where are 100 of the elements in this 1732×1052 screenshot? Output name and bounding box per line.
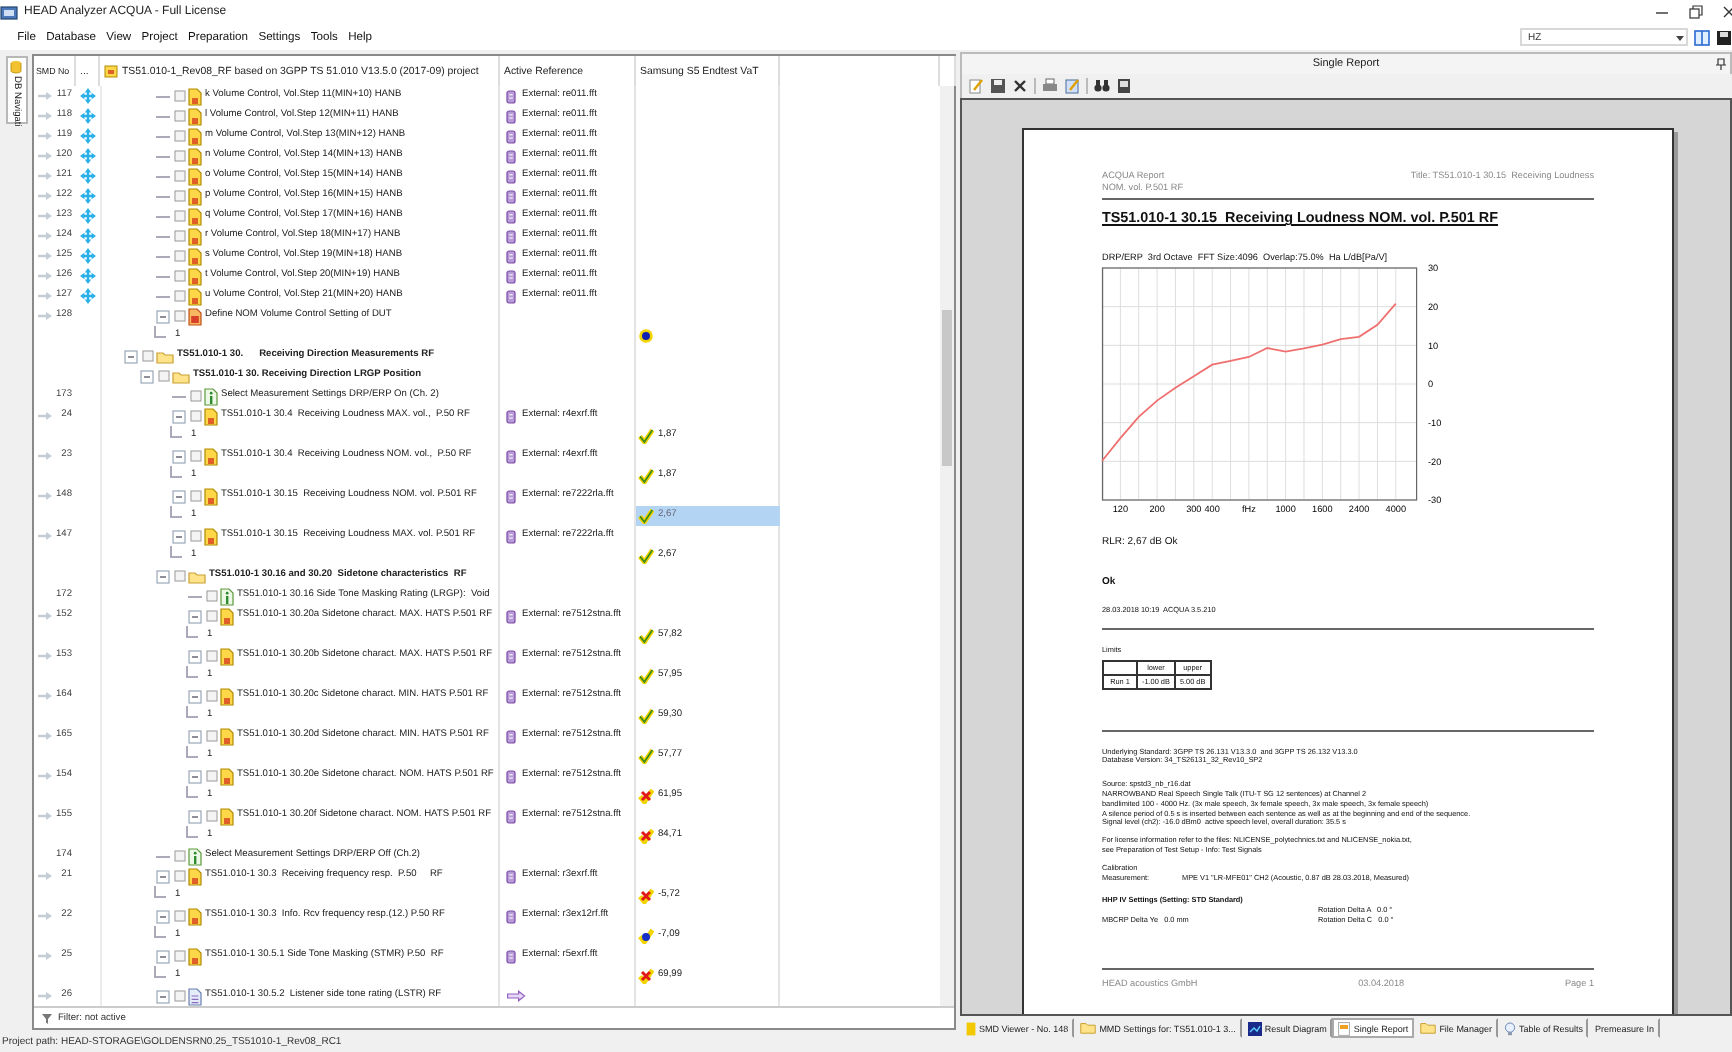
cross-icon [638, 888, 654, 905]
file-icon [506, 769, 516, 784]
check-icon [638, 468, 654, 485]
collapse-icon[interactable] [172, 489, 186, 504]
cross-icon [638, 968, 654, 985]
checkbox[interactable] [173, 250, 185, 263]
checkbox[interactable] [173, 170, 185, 183]
file-icon [506, 109, 516, 124]
collapse-icon[interactable] [156, 909, 170, 924]
checkbox[interactable] [173, 850, 185, 863]
checkbox[interactable] [173, 950, 185, 963]
arrow-icon [506, 990, 526, 1003]
checkbox[interactable] [173, 270, 185, 283]
file-icon [506, 129, 516, 144]
file-icon [506, 609, 516, 624]
chart-icon [1247, 1021, 1262, 1035]
collapse-icon[interactable] [156, 309, 170, 324]
collapse-icon[interactable] [188, 729, 202, 744]
collapse-icon[interactable] [172, 449, 186, 464]
binoculars-icon[interactable] [1094, 78, 1110, 94]
checkbox[interactable] [141, 350, 153, 363]
file-icon [506, 229, 516, 244]
document-icon [220, 687, 234, 706]
document-icon [188, 947, 202, 966]
split-view-icon[interactable] [1694, 29, 1710, 45]
scrollbar[interactable] [940, 86, 954, 1007]
database-icon [10, 60, 22, 74]
save-icon[interactable] [990, 78, 1006, 94]
collapse-icon[interactable] [140, 369, 154, 384]
edit-icon[interactable] [968, 78, 984, 94]
checkbox[interactable] [173, 110, 185, 123]
check-dot-icon [638, 928, 654, 945]
bookmark-icon[interactable] [1116, 78, 1132, 94]
file-icon [506, 149, 516, 164]
checkbox[interactable] [205, 690, 217, 703]
file-icon [506, 689, 516, 704]
checkbox[interactable] [173, 570, 185, 583]
file-icon [506, 269, 516, 284]
collapse-icon[interactable] [188, 769, 202, 784]
file-icon [506, 869, 516, 884]
folder-icon [1080, 1022, 1097, 1034]
checkbox[interactable] [173, 310, 185, 323]
project-icon [104, 64, 118, 79]
filter-icon [42, 1013, 52, 1024]
checkbox[interactable] [189, 410, 201, 423]
checkbox[interactable] [173, 150, 185, 163]
caret-icon [1674, 31, 1686, 43]
folder-icon [188, 569, 206, 584]
check-icon [638, 428, 654, 445]
collapse-icon[interactable] [188, 649, 202, 664]
checkbox[interactable] [173, 290, 185, 303]
file-icon [506, 89, 516, 104]
collapse-icon[interactable] [156, 949, 170, 964]
checkbox[interactable] [189, 530, 201, 543]
document-icon [188, 987, 202, 1006]
restore-icon[interactable] [1688, 4, 1704, 20]
check-icon [638, 708, 654, 725]
file-icon [506, 189, 516, 204]
collapse-icon[interactable] [188, 809, 202, 824]
checkbox[interactable] [205, 810, 217, 823]
checkbox[interactable] [173, 190, 185, 203]
checkbox[interactable] [157, 370, 169, 383]
checkbox[interactable] [173, 910, 185, 923]
checkbox[interactable] [205, 590, 217, 603]
checkbox[interactable] [173, 990, 185, 1003]
collapse-icon[interactable] [124, 349, 138, 364]
collapse-icon[interactable] [172, 529, 186, 544]
collapse-icon[interactable] [156, 569, 170, 584]
collapse-icon[interactable] [172, 409, 186, 424]
collapse-icon[interactable] [156, 989, 170, 1004]
document-icon [204, 447, 218, 466]
checkbox[interactable] [173, 90, 185, 103]
checkbox[interactable] [173, 210, 185, 223]
checkbox[interactable] [173, 230, 185, 243]
pin-icon[interactable] [1716, 58, 1726, 70]
close-icon[interactable] [1012, 78, 1028, 94]
info-icon [188, 847, 202, 866]
close-icon[interactable] [1722, 4, 1732, 20]
checkbox[interactable] [189, 490, 201, 503]
checkbox[interactable] [173, 870, 185, 883]
document-icon [188, 907, 202, 926]
file-icon [506, 449, 516, 464]
cross-icon [638, 788, 654, 805]
checkbox[interactable] [189, 450, 201, 463]
checkbox[interactable] [205, 730, 217, 743]
collapse-icon[interactable] [188, 689, 202, 704]
checkbox[interactable] [205, 610, 217, 623]
print-icon[interactable] [1042, 78, 1058, 94]
document-icon [204, 527, 218, 546]
checkbox[interactable] [205, 650, 217, 663]
document-icon [188, 867, 202, 886]
edit-icon[interactable] [1064, 78, 1080, 94]
checkbox[interactable] [205, 770, 217, 783]
collapse-icon[interactable] [156, 869, 170, 884]
checkbox[interactable] [189, 390, 201, 403]
save-icon[interactable] [1716, 29, 1732, 45]
checkbox[interactable] [173, 130, 185, 143]
collapse-icon[interactable] [188, 609, 202, 624]
app-icon [0, 5, 18, 19]
check-icon [638, 508, 654, 525]
